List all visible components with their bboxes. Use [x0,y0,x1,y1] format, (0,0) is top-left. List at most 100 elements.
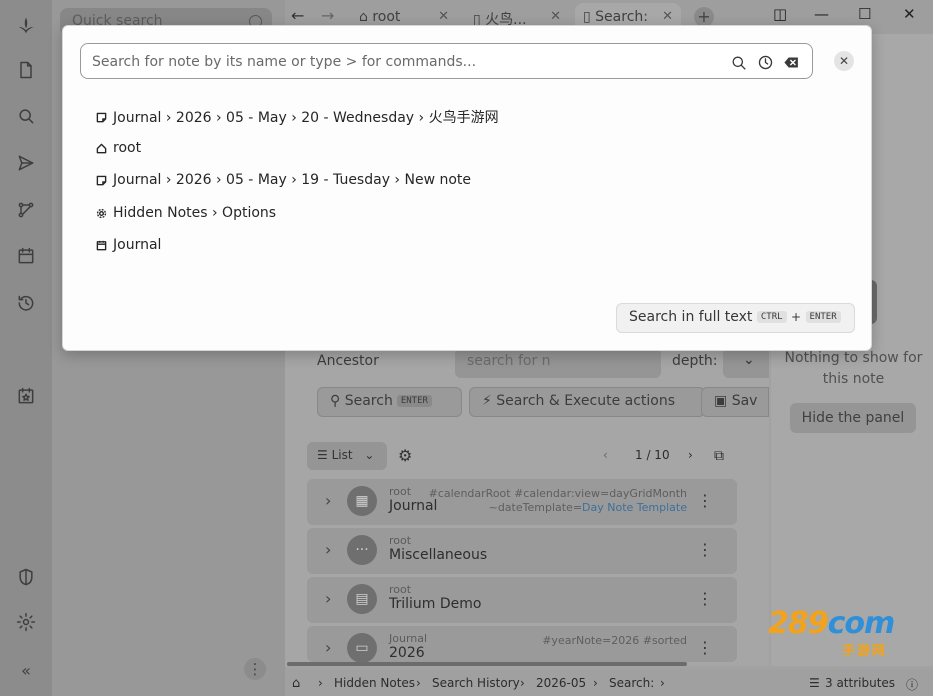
search-full-text-button[interactable]: Search in full text CTRL + ENTER [616,303,855,333]
list-icon: ☰ [809,676,820,690]
kbd-plus: + [791,310,802,324]
watermark-number: 289 [768,606,829,641]
jump-result-item[interactable]: Journal › 2026 › 05 - May › 19 - Tuesday… [96,172,471,188]
full-text-label: Search in full text [629,309,753,325]
kbd-ctrl: CTRL [756,311,787,323]
maximize-icon[interactable]: ☐ [858,5,871,23]
minimize-icon[interactable]: — [814,5,829,23]
result-title[interactable]: 2026 [389,645,425,661]
jump-result-item[interactable]: root [96,140,141,156]
settings-icon[interactable] [12,608,40,636]
breadcrumb-item[interactable]: 2026-05 [536,676,586,690]
calendar-icon: ▦ [347,486,377,516]
empty-panel-text: Nothing to show for this note [784,350,923,387]
back-arrow-icon[interactable]: ← [291,6,304,25]
list-item[interactable]: › ▤ root Trilium Demo ⋮ [307,577,737,623]
ancestor-input[interactable]: search for n [455,348,661,378]
jump-result-text: Journal › 2026 › 05 - May › 20 - Wednesd… [113,110,499,126]
watermark-logo: 289com 手游网 [768,606,916,660]
more-icon[interactable]: ⋮ [697,540,713,559]
ancestor-label: Ancestor [317,353,379,369]
template-link[interactable]: Day Note Template [582,501,687,514]
home-icon [96,143,107,153]
jump-result-item[interactable]: Journal › 2026 › 05 - May › 20 - Wednesd… [96,107,499,127]
view-type-select[interactable]: ☰ List ⌄ [307,442,387,470]
info-icon[interactable]: ⓘ [906,676,918,693]
protected-session-icon[interactable] [12,563,40,591]
search-icon[interactable] [12,102,40,130]
result-path: Journal [389,632,428,645]
result-attributes: #yearNote=2026 #sorted [542,634,687,647]
more-icon[interactable]: ⋮ [697,638,713,657]
search-execute-button[interactable]: ⚡ Search & Execute actions [469,387,705,417]
kbd-enter: ENTER [396,395,432,407]
jump-result-text: Journal › 2026 › 05 - May › 19 - Tuesday… [113,172,472,188]
gear-icon[interactable]: ⚙ [398,446,412,465]
result-title[interactable]: Miscellaneous [389,547,487,563]
calendar-icon [96,240,107,250]
breadcrumb-separator: › [520,676,525,690]
open-new-tab-icon[interactable]: ⧉ [714,448,724,464]
close-icon[interactable]: ✕ [550,9,561,24]
trilium-window: « Quick search ⋮ ← → ⌂ root ✕ ▯ 火鸟... ✕ … [0,0,933,696]
today-icon[interactable] [12,382,40,410]
tree-menu-button[interactable]: ⋮ [244,658,266,680]
breadcrumb-item[interactable]: Search: [609,676,654,690]
list-item[interactable]: › ··· root Miscellaneous ⋮ [307,528,737,574]
breadcrumb-separator: › [416,676,421,690]
home-icon[interactable]: ⌂ [292,676,300,691]
result-title[interactable]: Trilium Demo [389,596,481,612]
chevron-right-icon[interactable]: › [325,540,331,559]
logo-icon[interactable] [12,12,40,40]
jump-search-box [80,43,813,79]
attributes-count[interactable]: 3 attributes [825,676,895,690]
horizontal-scrollbar[interactable] [287,662,687,666]
list-item[interactable]: › ▭ Journal 2026 #yearNote=2026 #sorted … [307,626,737,662]
clear-icon[interactable] [782,53,800,71]
jump-result-item[interactable]: Hidden Notes › Options [96,205,276,221]
search-button[interactable]: ⚲ Search ENTER [317,387,462,417]
prev-page-icon[interactable]: ‹ [603,448,608,462]
list-item[interactable]: › ▦ root Journal #calendarRoot #calendar… [307,479,737,525]
save-label: Sav [731,393,758,409]
jump-search-input[interactable] [92,52,712,72]
recent-changes-icon[interactable] [12,289,40,317]
new-tab-button[interactable]: + [694,7,714,27]
chevron-right-icon[interactable]: › [325,638,331,657]
search-icon[interactable] [729,53,747,71]
breadcrumb-separator: › [660,676,665,690]
chevron-right-icon[interactable]: › [325,491,331,510]
new-note-icon[interactable] [12,56,40,84]
depth-select[interactable]: ⌄ [723,348,769,378]
close-icon[interactable]: ✕ [662,9,673,24]
watermark-text: 289com [768,606,895,641]
jump-to-icon[interactable] [12,149,40,177]
forward-arrow-icon[interactable]: → [321,6,334,25]
close-window-icon[interactable]: ✕ [903,5,916,23]
next-page-icon[interactable]: › [688,448,693,462]
lightning-icon: ⚡ [482,393,492,409]
hide-panel-button[interactable]: Hide the panel [790,403,916,433]
depth-label: depth: [672,353,718,369]
history-icon[interactable] [756,53,774,71]
breadcrumb-item[interactable]: Hidden Notes [334,676,415,690]
attr-line: #calendarRoot #calendar:view=dayGridMont… [428,487,687,500]
breadcrumb-separator: › [318,676,323,690]
more-icon[interactable]: ⋮ [697,589,713,608]
jump-result-item[interactable]: Journal [96,237,161,253]
note-icon [96,112,107,122]
note-map-icon[interactable] [12,196,40,224]
chevron-right-icon[interactable]: › [325,589,331,608]
chevron-down-icon: ⌄ [364,448,375,462]
close-icon[interactable]: ✕ [834,51,854,71]
view-type-label: List [331,448,353,462]
ancestor-placeholder: search for n [467,353,551,369]
collapse-sidebar-icon[interactable]: « [12,656,40,684]
close-icon[interactable]: ✕ [438,9,449,24]
calendar-icon[interactable] [12,242,40,270]
more-icon[interactable]: ⋮ [697,491,713,510]
save-button[interactable]: ▣ Sav [701,387,769,417]
split-view-icon[interactable]: ◫ [773,5,787,23]
breadcrumb-item[interactable]: Search History [432,676,520,690]
launcher-bar: « [0,0,52,696]
